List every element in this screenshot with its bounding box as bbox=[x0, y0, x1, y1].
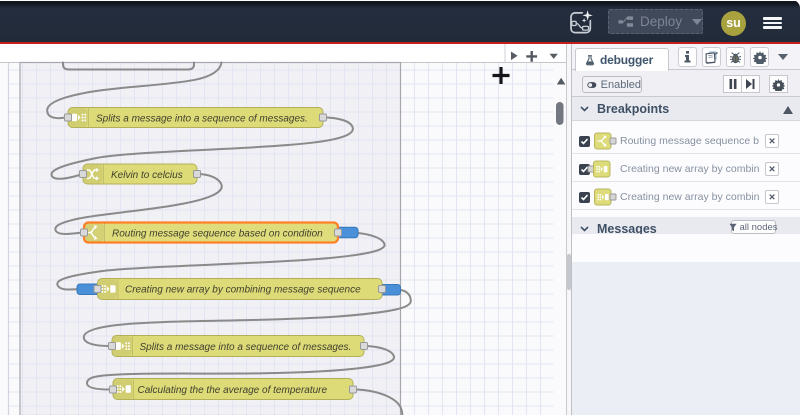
svg-text:Splits a message into a sequen: Splits a message into a sequence of mess… bbox=[96, 113, 308, 124]
svg-text:Kelvin to celcius: Kelvin to celcius bbox=[111, 170, 183, 181]
svg-text:Calculating the the average of: Calculating the the average of temperatu… bbox=[138, 385, 328, 396]
svg-text:Routing message sequence based: Routing message sequence based on condit… bbox=[112, 228, 323, 239]
svg-text:Splits a message into a sequen: Splits a message into a sequence of mess… bbox=[140, 342, 352, 353]
svg-text:Creating new array by combinin: Creating new array by combining message … bbox=[125, 285, 361, 296]
